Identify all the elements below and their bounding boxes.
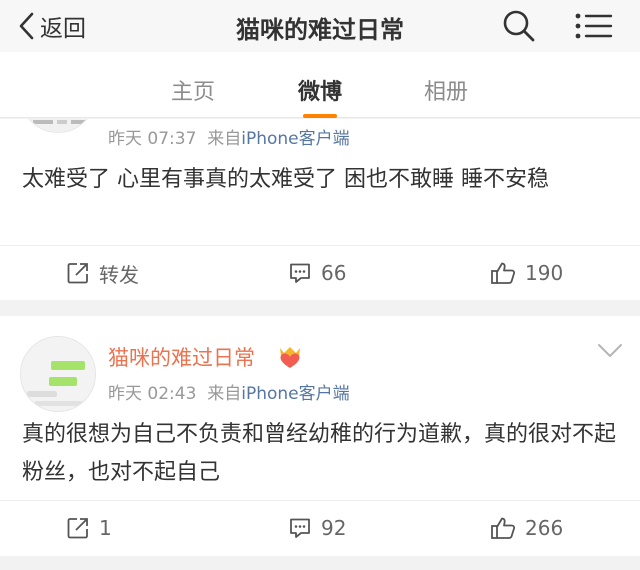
back-button[interactable]: 返回	[18, 8, 86, 44]
post-card[interactable]: 猫咪的难过日常 昨天 02:43 来自iPhone客户端 真的很想为自己不负责和…	[0, 316, 640, 556]
post-source[interactable]: iPhone客户端	[241, 384, 349, 404]
source-prefix: 来自	[207, 384, 242, 404]
repost-icon	[67, 518, 88, 539]
like-button[interactable]: 190	[490, 246, 563, 300]
post-time: 昨天 02:43	[108, 384, 197, 404]
post-source[interactable]: iPhone客户端	[241, 129, 349, 149]
repost-icon	[67, 263, 88, 284]
profile-tabs: 主页 微博 相册	[0, 52, 640, 118]
search-icon[interactable]	[500, 7, 538, 45]
comment-count: 92	[321, 516, 347, 540]
avatar-clip	[0, 119, 120, 139]
repost-button[interactable]: 转发	[66, 246, 139, 300]
post-time: 昨天 07:37	[108, 129, 197, 149]
source-prefix: 来自	[207, 129, 242, 149]
tab-home[interactable]: 主页	[171, 74, 215, 106]
like-count: 190	[525, 261, 564, 285]
thumbs-up-icon	[491, 517, 516, 539]
avatar-image	[21, 119, 95, 132]
repost-count: 1	[99, 516, 112, 540]
chevron-down-icon[interactable]	[596, 342, 624, 360]
post-text: 真的很想为自己不负责和曾经幼稚的行为道歉，真的很对不起粉丝，也对不起自己	[22, 422, 617, 485]
repost-button[interactable]: 1	[66, 501, 112, 555]
avatar	[20, 119, 96, 133]
crown-heart-badge-icon[interactable]	[276, 344, 304, 370]
active-tab-indicator	[303, 114, 337, 118]
avatar-image	[21, 337, 95, 411]
post-actions: 1 92 266	[0, 500, 640, 554]
post-text: 太难受了 心里有事真的太难受了 困也不敢睡 睡不安稳	[22, 167, 549, 192]
more-icon[interactable]	[574, 9, 614, 43]
comment-count: 66	[321, 261, 347, 285]
like-button[interactable]: 266	[490, 501, 563, 555]
comment-button[interactable]: 66	[288, 246, 346, 300]
thumbs-up-icon	[491, 262, 516, 284]
like-count: 266	[525, 516, 564, 540]
avatar[interactable]	[20, 336, 96, 412]
tab-album[interactable]: 相册	[424, 74, 468, 106]
post-card[interactable]: 昨天 07:37 来自iPhone客户端 太难受了 心里有事真的太难受了 困也不…	[0, 119, 640, 300]
tab-weibo[interactable]: 微博	[298, 74, 342, 106]
comment-icon	[290, 263, 310, 283]
page-title: 猫咪的难过日常	[236, 16, 404, 44]
chevron-left-icon	[19, 12, 34, 40]
post-actions: 转发 66 190	[0, 245, 640, 299]
navigation-bar: 返回 猫咪的难过日常	[0, 0, 640, 52]
back-label: 返回	[40, 16, 86, 42]
post-meta: 昨天 02:43 来自iPhone客户端	[108, 379, 350, 404]
username[interactable]: 猫咪的难过日常	[108, 342, 255, 372]
comment-icon	[290, 518, 310, 538]
post-meta: 昨天 07:37 来自iPhone客户端	[108, 124, 350, 149]
comment-button[interactable]: 92	[288, 501, 346, 555]
repost-label: 转发	[99, 262, 139, 287]
